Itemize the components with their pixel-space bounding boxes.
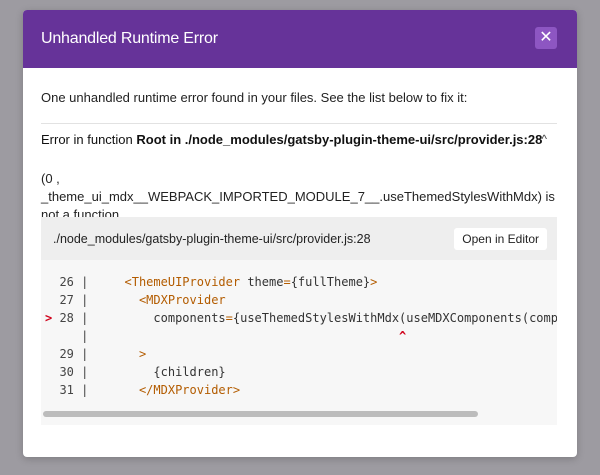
line-number: 26 |	[52, 275, 96, 289]
horizontal-scrollbar[interactable]	[41, 410, 557, 418]
code-lines: 26 | <ThemeUIProvider theme={fullTheme}>…	[45, 273, 557, 399]
error-message: (0 , _theme_ui_mdx__WEBPACK_IMPORTED_MOD…	[41, 171, 555, 222]
code-token: {useThemedStylesWithMdx(useMDXComponents…	[232, 311, 557, 325]
scrollbar-thumb[interactable]	[43, 411, 478, 417]
error-location: Root in ./node_modules/gatsby-plugin-the…	[136, 132, 543, 147]
divider	[41, 123, 557, 124]
line-number: 30 |	[52, 365, 96, 379]
file-path: ./node_modules/gatsby-plugin-theme-ui/sr…	[53, 232, 371, 246]
code-token: =	[283, 275, 291, 289]
chevron-up-icon[interactable]: ^	[541, 132, 547, 146]
code-token: {children}	[95, 365, 226, 379]
code-token: </MDXProvider>	[138, 383, 241, 397]
code-token: theme	[240, 275, 284, 289]
code-line: | ^	[45, 327, 557, 345]
line-number: 28 |	[52, 311, 96, 325]
code-token: {fullTheme}	[290, 275, 371, 289]
line-number: 29 |	[52, 347, 96, 361]
code-line: 26 | <ThemeUIProvider theme={fullTheme}>	[45, 273, 557, 291]
line-number: |	[52, 329, 96, 343]
line-number: 27 |	[52, 293, 96, 307]
code-line: 29 | >	[45, 345, 557, 363]
error-heading[interactable]: Error in function Root in ./node_modules…	[41, 132, 557, 147]
code-frame: 26 | <ThemeUIProvider theme={fullTheme}>…	[41, 260, 557, 425]
line-number: 31 |	[52, 383, 96, 397]
modal-header: Unhandled Runtime Error ✕	[23, 10, 577, 68]
code-line: 31 | </MDXProvider>	[45, 381, 557, 399]
code-line: 30 | {children}	[45, 363, 557, 381]
error-overlay-modal: Unhandled Runtime Error ✕ One unhandled …	[23, 10, 577, 457]
code-token: <MDXProvider	[138, 293, 226, 307]
code-line: 27 | <MDXProvider	[45, 291, 557, 309]
code-token: >	[138, 347, 147, 361]
code-line: > 28 | components={useThemedStylesWithMd…	[45, 309, 557, 327]
close-icon: ✕	[539, 29, 553, 46]
code-token: >	[370, 275, 378, 289]
intro-text: One unhandled runtime error found in you…	[41, 90, 468, 105]
error-caret: ^	[95, 329, 407, 343]
code-token: =	[225, 311, 233, 325]
open-in-editor-button[interactable]: Open in Editor	[454, 228, 547, 250]
error-prefix: Error in function	[41, 132, 137, 147]
code-frame-header: ./node_modules/gatsby-plugin-theme-ui/sr…	[41, 217, 557, 260]
close-button[interactable]: ✕	[535, 27, 557, 49]
code-token: <ThemeUIProvider	[124, 275, 241, 289]
modal-title: Unhandled Runtime Error	[41, 30, 218, 47]
code-token: components	[95, 311, 226, 325]
